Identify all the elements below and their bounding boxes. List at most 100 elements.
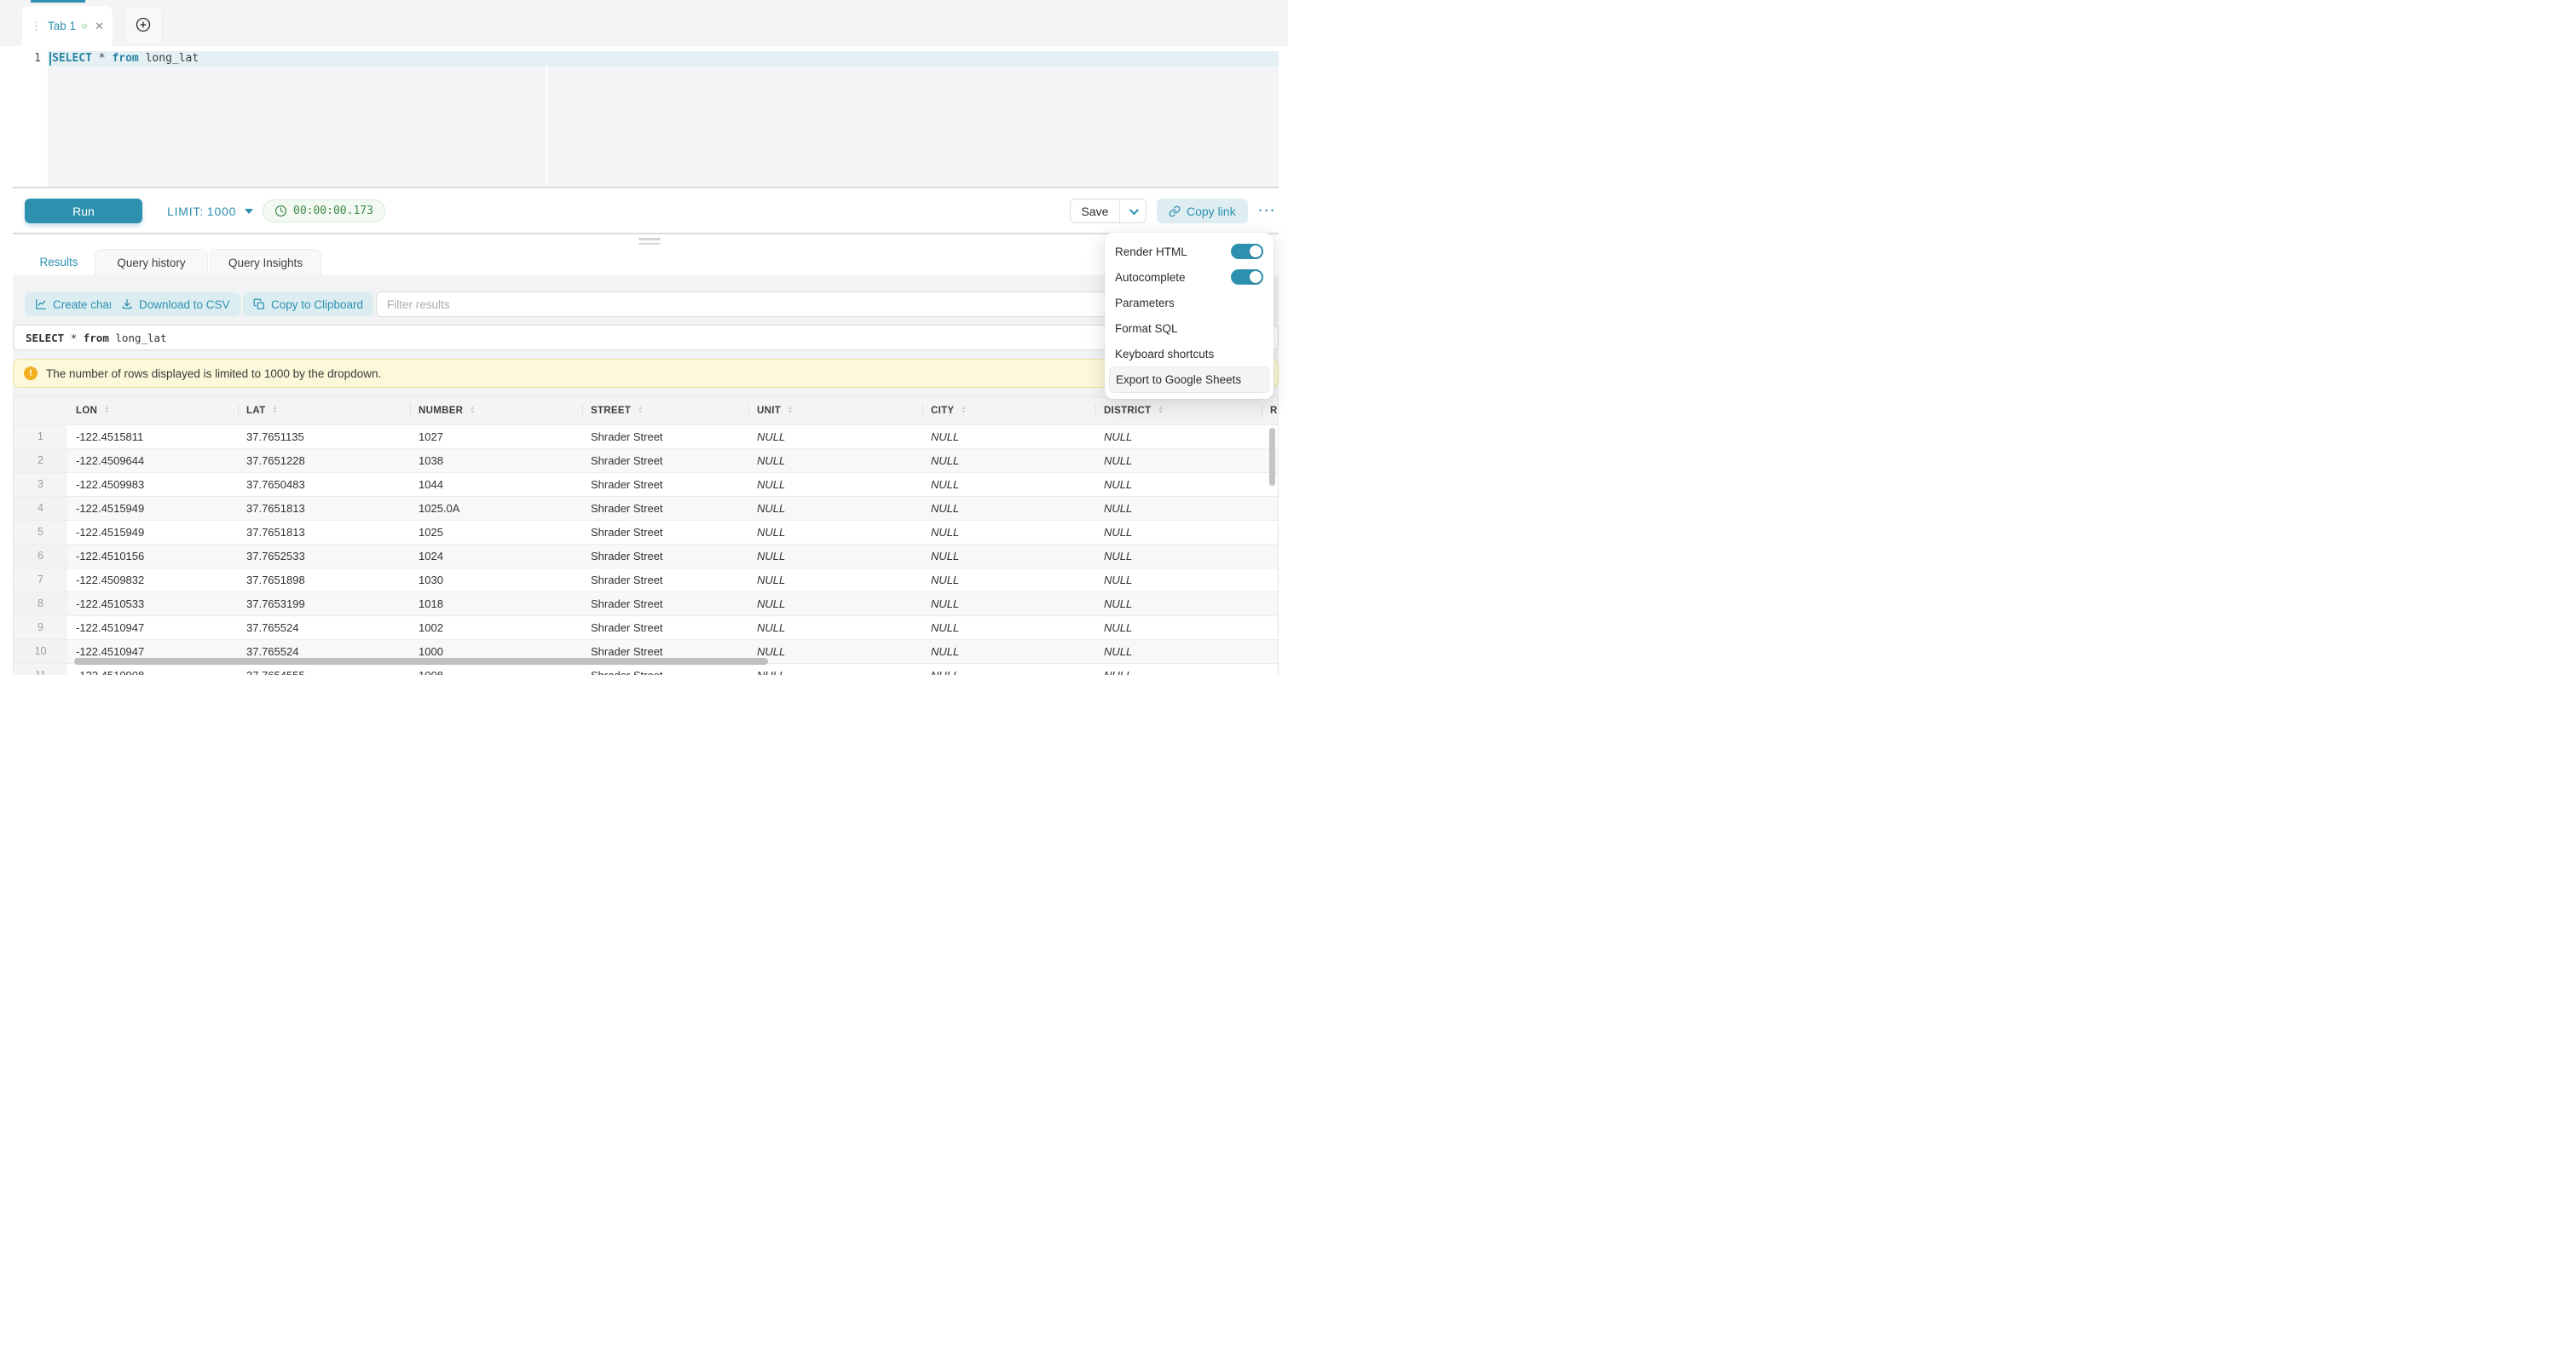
table-cell: NULL — [1095, 472, 1262, 496]
table-cell: -122.4515811 — [67, 424, 238, 448]
tab-query-history[interactable]: Query history — [95, 249, 208, 275]
preview-table-name: long_lat — [115, 332, 166, 344]
col-header-street[interactable]: STREET▲▼ — [582, 397, 748, 424]
row-number: 6 — [14, 544, 67, 568]
active-line-highlight — [48, 51, 1279, 66]
sql-keyword-from: from — [112, 52, 138, 65]
col-header-lat[interactable]: LAT▲▼ — [238, 397, 410, 424]
vertical-scrollbar[interactable] — [1269, 428, 1275, 486]
table-cell: 1027 — [410, 424, 582, 448]
menu-item-autocomplete[interactable]: Autocomplete — [1105, 264, 1274, 290]
sql-lab-page: ⋮ Tab 1 ✕ 1 SELECT * from long_lat Run L… — [0, 0, 1288, 675]
table-cell: NULL — [1095, 591, 1262, 615]
sort-icon[interactable]: ▲▼ — [638, 407, 643, 414]
horizontal-scrollbar[interactable] — [74, 658, 768, 665]
sort-icon[interactable]: ▲▼ — [470, 407, 475, 414]
table-cell: 37.7654555 — [238, 663, 410, 675]
table-row[interactable]: 3 -122.4509983 37.7650483 1044 Shrader S… — [14, 472, 1279, 496]
sql-editor[interactable]: 1 SELECT * from long_lat — [13, 46, 1279, 187]
save-button[interactable]: Save — [1071, 199, 1119, 222]
table-cell: 1025 — [410, 520, 582, 544]
table-row[interactable]: 6 -122.4510156 37.7652533 1024 Shrader S… — [14, 544, 1279, 568]
col-header-city[interactable]: CITY▲▼ — [922, 397, 1095, 424]
plus-circle-icon — [136, 17, 151, 32]
new-tab-button[interactable] — [124, 6, 163, 43]
table-cell — [1262, 591, 1279, 615]
table-cell: NULL — [922, 591, 1095, 615]
table-cell: -122.4515949 — [67, 496, 238, 520]
col-header-lon[interactable]: LON▲▼ — [67, 397, 238, 424]
sql-code-line: SELECT * from long_lat — [52, 51, 199, 66]
col-header-unit[interactable]: UNIT▲▼ — [748, 397, 922, 424]
table-row[interactable]: 5 -122.4515949 37.7651813 1025 Shrader S… — [14, 520, 1279, 544]
table-cell: Shrader Street — [582, 615, 748, 639]
menu-item-keyboard-shortcuts[interactable]: Keyboard shortcuts — [1105, 341, 1274, 366]
row-number: 2 — [14, 448, 67, 472]
table-row[interactable]: 2 -122.4509644 37.7651228 1038 Shrader S… — [14, 448, 1279, 472]
sort-icon[interactable]: ▲▼ — [1158, 407, 1163, 414]
table-cell: NULL — [922, 544, 1095, 568]
autocomplete-toggle[interactable] — [1231, 269, 1263, 285]
sql-table-name: long_lat — [146, 52, 199, 65]
check-circle-icon — [82, 20, 87, 32]
download-csv-button[interactable]: Download to CSV — [111, 292, 240, 316]
link-icon — [1169, 205, 1181, 217]
tab-1[interactable]: ⋮ Tab 1 ✕ — [22, 6, 113, 46]
table-cell: 1038 — [410, 448, 582, 472]
executed-query-preview: SELECT * from long_lat — [13, 325, 1279, 350]
table-row[interactable]: 7 -122.4509832 37.7651898 1030 Shrader S… — [14, 568, 1279, 591]
limit-dropdown[interactable]: LIMIT: 1000 — [167, 199, 253, 223]
splitter-drag-handle-icon[interactable] — [638, 238, 661, 245]
save-options-button[interactable] — [1119, 199, 1146, 222]
table-cell: NULL — [922, 663, 1095, 675]
col-header-district[interactable]: DISTRICT▲▼ — [1095, 397, 1262, 424]
table-cell: 37.7650483 — [238, 472, 410, 496]
menu-item-parameters[interactable]: Parameters — [1105, 290, 1274, 315]
table-cell: -122.4515949 — [67, 520, 238, 544]
table-cell: Shrader Street — [582, 472, 748, 496]
options-menu: Render HTML Autocomplete Parameters Form… — [1105, 233, 1274, 399]
more-options-button[interactable]: ··· — [1249, 199, 1286, 223]
close-icon[interactable]: ✕ — [95, 20, 104, 33]
table-cell: 37.7653199 — [238, 591, 410, 615]
copy-link-button[interactable]: Copy link — [1157, 199, 1248, 223]
table-row[interactable]: 1 -122.4515811 37.7651135 1027 Shrader S… — [14, 424, 1279, 448]
table-cell: NULL — [1095, 544, 1262, 568]
table-cell: Shrader Street — [582, 591, 748, 615]
run-button[interactable]: Run — [25, 199, 142, 223]
render-html-toggle[interactable] — [1231, 244, 1263, 259]
row-number: 7 — [14, 568, 67, 591]
col-header-number[interactable]: NUMBER▲▼ — [410, 397, 582, 424]
sort-icon[interactable]: ▲▼ — [788, 407, 793, 414]
tab-results[interactable]: Results — [25, 249, 93, 275]
sort-icon[interactable]: ▲▼ — [104, 407, 109, 414]
table-cell: 37.7651228 — [238, 448, 410, 472]
panel-splitter — [13, 234, 1279, 249]
table-cell — [1262, 615, 1279, 639]
tab-query-insights[interactable]: Query Insights — [210, 249, 321, 275]
table-cell: NULL — [1095, 615, 1262, 639]
row-number-header — [14, 397, 67, 424]
copy-clipboard-button[interactable]: Copy to Clipboard — [243, 292, 373, 316]
text-cursor — [49, 52, 51, 66]
menu-item-render-html[interactable]: Render HTML — [1105, 239, 1274, 264]
menu-item-format-sql[interactable]: Format SQL — [1105, 315, 1274, 341]
table-cell: NULL — [748, 615, 922, 639]
table-cell: Shrader Street — [582, 663, 748, 675]
table-cell: Shrader Street — [582, 568, 748, 591]
sort-icon[interactable]: ▲▼ — [961, 407, 966, 414]
row-number: 3 — [14, 472, 67, 496]
table-cell: Shrader Street — [582, 496, 748, 520]
table-cell — [1262, 639, 1279, 663]
sort-icon[interactable]: ▲▼ — [272, 407, 277, 414]
table-cell: NULL — [748, 568, 922, 591]
table-row[interactable]: 4 -122.4515949 37.7651813 1025.0A Shrade… — [14, 496, 1279, 520]
table-cell: NULL — [922, 472, 1095, 496]
limit-label: LIMIT: — [167, 205, 204, 218]
table-row[interactable]: 11 -122.4510908 37.7654555 1008 Shrader … — [14, 663, 1279, 675]
table-row[interactable]: 9 -122.4510947 37.765524 1002 Shrader St… — [14, 615, 1279, 639]
query-toolbar: Run LIMIT: 1000 00:00:00.173 Save Copy l… — [13, 188, 1279, 233]
col-header-re[interactable]: RE — [1262, 397, 1279, 424]
menu-item-export-google-sheets[interactable]: Export to Google Sheets — [1109, 366, 1269, 393]
table-row[interactable]: 8 -122.4510533 37.7653199 1018 Shrader S… — [14, 591, 1279, 615]
